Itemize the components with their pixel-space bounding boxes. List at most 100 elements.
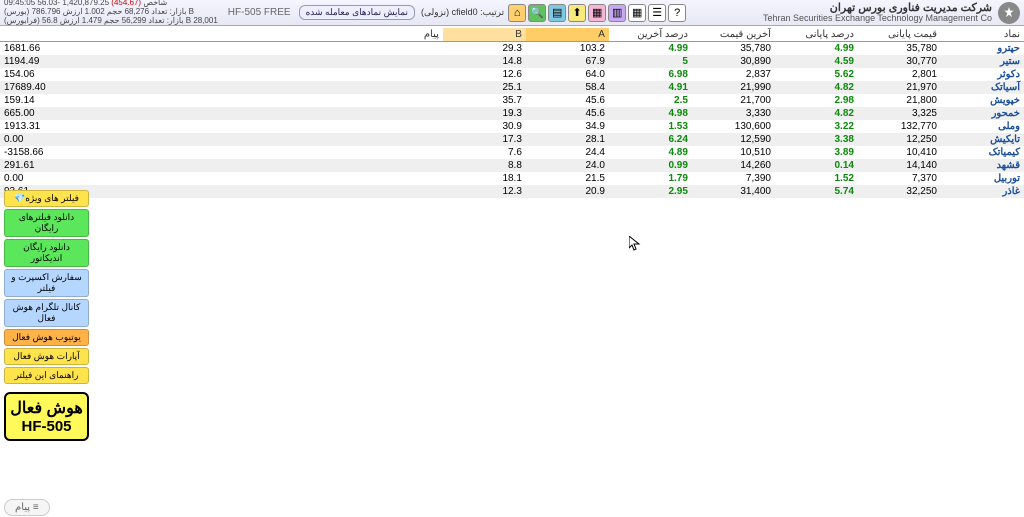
table-row[interactable]: خمحور3,3254.823,3304.9845.619.3665.00 [0, 107, 1024, 120]
cell-a: 67.9 [526, 55, 609, 68]
tool-icon-3[interactable]: ▦ [588, 4, 606, 22]
cell-close: 14,140 [858, 159, 941, 172]
cell-last-pct: 5 [609, 55, 692, 68]
cell-symbol[interactable]: آسیاتک [941, 81, 1024, 94]
cell-symbol[interactable]: خپویش [941, 94, 1024, 107]
cell-b: 14.8 [443, 55, 526, 68]
table-header-row: نماد قیمت پایانی درصد پایانی آخرین قیمت … [0, 28, 1024, 42]
table-row[interactable]: توربیل7,3701.527,3901.7921.518.10.00 [0, 172, 1024, 185]
col-a[interactable]: A [526, 28, 609, 42]
cell-symbol[interactable]: ستیر [941, 55, 1024, 68]
cell-last: 2,837 [692, 68, 775, 81]
table-row[interactable]: ستیر30,7704.5930,890567.914.81194.49 [0, 55, 1024, 68]
table-row[interactable]: تایکیش12,2503.3812,5906.2428.117.30.00 [0, 133, 1024, 146]
cell-close: 35,780 [858, 42, 941, 56]
grid-icon[interactable]: ▦ [628, 4, 646, 22]
market-table: نماد قیمت پایانی درصد پایانی آخرین قیمت … [0, 28, 1024, 198]
cell-symbol[interactable]: تایکیش [941, 133, 1024, 146]
table-row[interactable]: قشهد14,1400.1414,2600.9924.08.8291.61 [0, 159, 1024, 172]
side-link-telegram[interactable]: کانال تلگرام هوش فعال [4, 299, 89, 327]
cell-close: 32,250 [858, 185, 941, 198]
tool-icon-2[interactable]: ⬆ [568, 4, 586, 22]
side-link-filters[interactable]: دانلود فیلترهای رایگان [4, 209, 89, 237]
cell-close: 10,410 [858, 146, 941, 159]
cell-last-pct: 4.91 [609, 81, 692, 94]
cell-last-pct: 1.79 [609, 172, 692, 185]
cell-close: 2,801 [858, 68, 941, 81]
cell-last: 31,400 [692, 185, 775, 198]
market-stats: شاخص (454.67) 1,420,879.25 -56.03 09:45:… [4, 0, 218, 26]
cell-close-pct: 3.89 [775, 146, 858, 159]
cell-symbol[interactable]: غاذر [941, 185, 1024, 198]
cell-symbol[interactable]: دکوثر [941, 68, 1024, 81]
side-link-indicator[interactable]: دانلود رایگان اندیکاتور [4, 239, 89, 267]
search-icon[interactable]: 🔍 [528, 4, 546, 22]
cell-b: 30.9 [443, 120, 526, 133]
cell-symbol[interactable]: توربیل [941, 172, 1024, 185]
col-last[interactable]: آخرین قیمت [692, 28, 775, 42]
cell-last: 35,780 [692, 42, 775, 56]
cell-a: 24.0 [526, 159, 609, 172]
cell-symbol[interactable]: قشهد [941, 159, 1024, 172]
cell-close: 132,770 [858, 120, 941, 133]
mouse-cursor [629, 236, 641, 255]
cell-b: 17.3 [443, 133, 526, 146]
tool-icon-1[interactable]: ▤ [548, 4, 566, 22]
side-link-guide[interactable]: راهنمای این فیلتر [4, 367, 89, 384]
cell-msg: 1194.49 [0, 55, 443, 68]
cell-msg: 154.06 [0, 68, 443, 81]
cell-last-pct: 0.99 [609, 159, 692, 172]
cell-last: 21,990 [692, 81, 775, 94]
cell-b: 12.3 [443, 185, 526, 198]
cell-msg: -3158.66 [0, 146, 443, 159]
cell-msg: 17689.40 [0, 81, 443, 94]
col-b[interactable]: B [443, 28, 526, 42]
table-row[interactable]: کیمیاتک10,4103.8910,5104.8924.47.6-3158.… [0, 146, 1024, 159]
cell-last-pct: 2.95 [609, 185, 692, 198]
cell-symbol[interactable]: وملی [941, 120, 1024, 133]
col-msg[interactable]: پیام [0, 28, 443, 42]
footer-message[interactable]: پیام ≡ [4, 502, 50, 513]
brand-text: شرکت مدیریت فناوری بورس تهران Tehran Sec… [763, 2, 992, 24]
table-row[interactable]: حپترو35,7804.9935,7804.99103.229.31681.6… [0, 42, 1024, 56]
table-row[interactable]: غاذر32,2505.7431,4002.9520.912.393.61 [0, 185, 1024, 198]
cell-b: 19.3 [443, 107, 526, 120]
side-link-aparat[interactable]: آپارات هوش فعال [4, 348, 89, 365]
hf-badge: هوش فعال HF-505 [4, 392, 89, 441]
col-symbol[interactable]: نماد [941, 28, 1024, 42]
cell-close-pct: 4.82 [775, 81, 858, 94]
traded-symbols-tab[interactable]: نمایش نمادهای معامله شده [299, 5, 415, 20]
col-close-pct[interactable]: درصد پایانی [775, 28, 858, 42]
table-row[interactable]: دکوثر2,8015.622,8376.9864.012.6154.06 [0, 68, 1024, 81]
list-icon[interactable]: ☰ [648, 4, 666, 22]
side-link-youtube[interactable]: یوتیوب هوش فعال [4, 329, 89, 346]
cell-msg: 0.00 [0, 172, 443, 185]
cell-last-pct: 4.98 [609, 107, 692, 120]
toolbar: ⌂ 🔍 ▤ ⬆ ▦ ▥ ▦ ☰ ? [508, 4, 686, 22]
cell-b: 25.1 [443, 81, 526, 94]
cell-close-pct: 4.99 [775, 42, 858, 56]
cell-symbol[interactable]: کیمیاتک [941, 146, 1024, 159]
cell-a: 34.9 [526, 120, 609, 133]
cell-last-pct: 6.98 [609, 68, 692, 81]
tool-icon-4[interactable]: ▥ [608, 4, 626, 22]
help-icon[interactable]: ? [668, 4, 686, 22]
cell-close-pct: 2.98 [775, 94, 858, 107]
brand-fa: شرکت مدیریت فناوری بورس تهران [763, 2, 992, 14]
col-last-pct[interactable]: درصد آخرین [609, 28, 692, 42]
table-row[interactable]: خپویش21,8002.9821,7002.545.635.7159.14 [0, 94, 1024, 107]
table-row[interactable]: آسیاتک21,9704.8221,9904.9158.425.117689.… [0, 81, 1024, 94]
col-close[interactable]: قیمت پایانی [858, 28, 941, 42]
home-icon[interactable]: ⌂ [508, 4, 526, 22]
cell-a: 45.6 [526, 107, 609, 120]
cell-symbol[interactable]: حپترو [941, 42, 1024, 56]
cell-close: 3,325 [858, 107, 941, 120]
cell-symbol[interactable]: خمحور [941, 107, 1024, 120]
cell-msg: 159.14 [0, 94, 443, 107]
side-link-order[interactable]: سفارش اکسپرت و فیلتر [4, 269, 89, 297]
cell-close: 30,770 [858, 55, 941, 68]
cell-a: 24.4 [526, 146, 609, 159]
table-row[interactable]: وملی132,7703.22130,6001.5334.930.91913.3… [0, 120, 1024, 133]
cell-close-pct: 1.52 [775, 172, 858, 185]
side-link-special[interactable]: فیلتر های ویژه💎 [4, 190, 89, 207]
